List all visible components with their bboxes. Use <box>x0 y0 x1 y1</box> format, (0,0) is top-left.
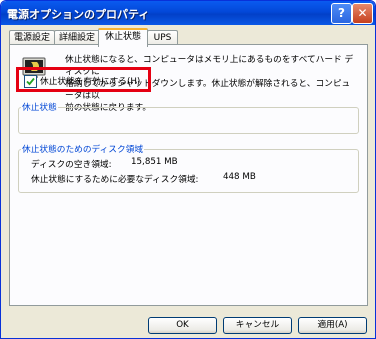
free-space-label: ディスクの空き領域: <box>31 160 112 170</box>
required-space-value: 448 MB <box>223 172 256 182</box>
required-space-label: 休止状態にするために必要なディスク領域: <box>31 175 199 185</box>
hibernate-group <box>18 107 359 134</box>
disk-space-group <box>18 149 359 193</box>
tab-power-schemes[interactable]: 電源設定 <box>9 30 55 45</box>
properties-window: 電源オプションのプロパティ ? ✕ 電源設定 詳細設定 休止状態 UPS 休止状… <box>0 0 376 339</box>
enable-hibernate-label[interactable]: 休止状態を有効にする(H) <box>40 74 140 87</box>
ok-button[interactable]: OK <box>148 317 217 334</box>
window-title: 電源オプションのプロパティ <box>7 8 150 21</box>
disk-space-group-title: 休止状態のためのディスク領域 <box>21 142 145 155</box>
cancel-button[interactable]: キャンセル <box>223 317 292 334</box>
tab-ups[interactable]: UPS <box>147 30 178 45</box>
help-button[interactable]: ? <box>331 3 352 24</box>
hibernate-group-title: 休止状態 <box>21 100 58 113</box>
tab-strip: 電源設定 詳細設定 休止状態 UPS <box>9 28 369 47</box>
title-bar: 電源オプションのプロパティ ? ✕ <box>1 1 375 25</box>
checkmark-icon <box>26 77 35 86</box>
close-button[interactable]: ✕ <box>352 3 373 24</box>
free-space-value: 15,851 MB <box>131 157 178 167</box>
tab-advanced[interactable]: 詳細設定 <box>54 30 100 45</box>
apply-button[interactable]: 適用(A) <box>298 317 367 334</box>
tab-hibernate[interactable]: 休止状態 <box>98 28 148 47</box>
enable-hibernate-checkbox[interactable] <box>24 75 37 88</box>
